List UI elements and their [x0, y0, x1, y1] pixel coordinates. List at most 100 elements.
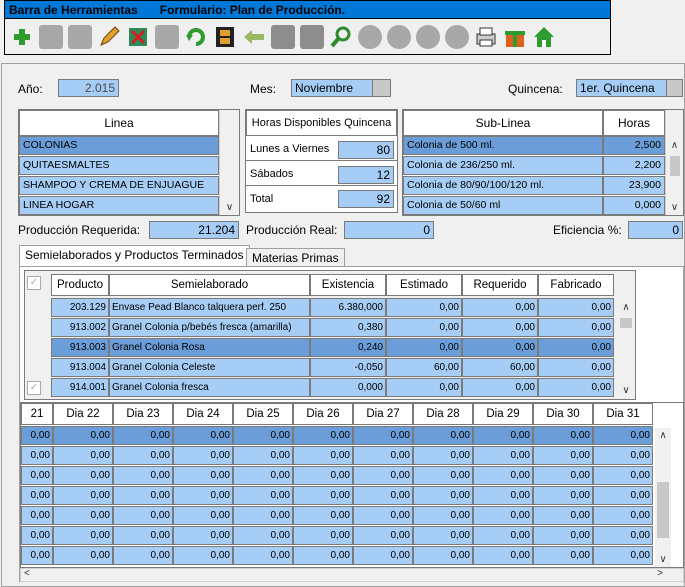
day-cell[interactable]: 0,00: [533, 546, 593, 565]
prev-button[interactable]: [384, 22, 413, 52]
scroll-thumb[interactable]: [657, 482, 669, 538]
day-cell[interactable]: 0,00: [353, 506, 413, 525]
day-cell[interactable]: 0,00: [53, 426, 113, 445]
chevron-down-icon[interactable]: ∨: [655, 554, 671, 565]
last-button[interactable]: [442, 22, 471, 52]
mes-select[interactable]: Noviembre: [291, 79, 391, 97]
day-cell[interactable]: 0,00: [53, 486, 113, 505]
table-cell[interactable]: 60,00: [386, 358, 462, 377]
day-cell[interactable]: 0,00: [293, 526, 353, 545]
table-cell[interactable]: 0,00: [538, 298, 614, 317]
table-cell[interactable]: Granel Colonia fresca: [109, 378, 310, 397]
day-cell[interactable]: 0,00: [353, 486, 413, 505]
day-column-header[interactable]: Dia 27: [353, 403, 413, 425]
chevron-down-icon[interactable]: ∨: [617, 385, 635, 396]
horas-cell[interactable]: 2,500: [603, 136, 665, 155]
day-cell[interactable]: 0,00: [413, 446, 473, 465]
day-cell[interactable]: 0,00: [21, 426, 53, 445]
horas-cell[interactable]: 2,200: [603, 156, 665, 175]
table-cell[interactable]: Granel Colonia Celeste: [109, 358, 310, 377]
day-cell[interactable]: 0,00: [293, 486, 353, 505]
day-cell[interactable]: 0,00: [173, 466, 233, 485]
save-button[interactable]: [36, 22, 65, 52]
day-cell[interactable]: 0,00: [233, 526, 293, 545]
undo-button[interactable]: [152, 22, 181, 52]
table-cell[interactable]: 913.004: [51, 358, 109, 377]
chevron-up-icon[interactable]: ∧: [666, 140, 683, 151]
day-cell[interactable]: 0,00: [53, 546, 113, 565]
home-button[interactable]: [529, 22, 558, 52]
day-column-header[interactable]: Dia 23: [113, 403, 173, 425]
day-cell[interactable]: 0,00: [413, 546, 473, 565]
list-item[interactable]: Colonia de 80/90/100/120 ml.: [403, 176, 603, 195]
day-cell[interactable]: 0,00: [353, 546, 413, 565]
chevron-right-icon[interactable]: >: [657, 568, 663, 579]
day-cell[interactable]: 0,00: [53, 506, 113, 525]
day-cell[interactable]: 0,00: [353, 426, 413, 445]
day-cell[interactable]: 0,00: [413, 466, 473, 485]
day-cell[interactable]: 0,00: [593, 526, 653, 545]
scroll-thumb[interactable]: [670, 156, 680, 176]
list-item[interactable]: Colonia de 236/250 ml.: [403, 156, 603, 175]
day-cell[interactable]: 0,00: [53, 466, 113, 485]
day-cell[interactable]: 0,00: [413, 526, 473, 545]
row-checkbox[interactable]: ✓: [27, 381, 41, 395]
list-item[interactable]: SHAMPOO Y CREMA DE ENJUAGUE: [19, 176, 219, 195]
day-column-header[interactable]: Dia 30: [533, 403, 593, 425]
column-header[interactable]: Estimado: [386, 274, 462, 296]
refresh-button[interactable]: [181, 22, 210, 52]
list-item[interactable]: LINEA HOGAR: [19, 196, 219, 215]
chevron-up-icon[interactable]: ∧: [617, 302, 635, 313]
list-item[interactable]: COLONIAS: [19, 136, 219, 155]
day-cell[interactable]: 0,00: [413, 506, 473, 525]
tab-materias-primas[interactable]: Materias Primas: [246, 248, 345, 268]
day-cell[interactable]: 0,00: [533, 426, 593, 445]
sublinea-scrollbar[interactable]: ∧ ∨: [665, 110, 683, 215]
table-cell[interactable]: -0,050: [310, 358, 386, 377]
day-cell[interactable]: 0,00: [293, 546, 353, 565]
day-cell[interactable]: 0,00: [413, 426, 473, 445]
day-cell[interactable]: 0,00: [21, 446, 53, 465]
day-cell[interactable]: 0,00: [473, 426, 533, 445]
day-column-header[interactable]: Dia 22: [53, 403, 113, 425]
horas-cell[interactable]: 0,000: [603, 196, 665, 215]
day-column-header[interactable]: Dia 31: [593, 403, 653, 425]
save-as-button[interactable]: [65, 22, 94, 52]
day-column-header[interactable]: Dia 26: [293, 403, 353, 425]
day-cell[interactable]: 0,00: [533, 526, 593, 545]
linea-scrollbar[interactable]: ∨: [219, 110, 239, 215]
day-cell[interactable]: 0,00: [533, 486, 593, 505]
table-cell[interactable]: 0,00: [538, 358, 614, 377]
table-cell[interactable]: 0,00: [462, 298, 538, 317]
chevron-down-icon[interactable]: ∨: [220, 202, 239, 213]
gift-button[interactable]: [500, 22, 529, 52]
day-cell[interactable]: 0,00: [233, 546, 293, 565]
day-cell[interactable]: 0,00: [113, 526, 173, 545]
table-cell[interactable]: 0,380: [310, 318, 386, 337]
day-cell[interactable]: 0,00: [173, 486, 233, 505]
day-cell[interactable]: 0,00: [293, 506, 353, 525]
day-cell[interactable]: 0,00: [293, 426, 353, 445]
day-cell[interactable]: 0,00: [113, 506, 173, 525]
day-cell[interactable]: 0,00: [53, 526, 113, 545]
list-item[interactable]: Colonia de 500 ml.: [403, 136, 603, 155]
back-button[interactable]: [239, 22, 268, 52]
day-cell[interactable]: 0,00: [473, 486, 533, 505]
table-cell[interactable]: 0,00: [462, 338, 538, 357]
day-cell[interactable]: 0,00: [21, 466, 53, 485]
table-cell[interactable]: 203.129: [51, 298, 109, 317]
day-cell[interactable]: 0,00: [473, 446, 533, 465]
table-cell[interactable]: 0,00: [538, 338, 614, 357]
film-button[interactable]: [210, 22, 239, 52]
day-cell[interactable]: 0,00: [173, 446, 233, 465]
day-cell[interactable]: 0,00: [413, 486, 473, 505]
column-header[interactable]: Existencia: [310, 274, 386, 296]
day-column-header[interactable]: Dia 24: [173, 403, 233, 425]
day-column-header[interactable]: Dia 28: [413, 403, 473, 425]
table-cell[interactable]: 60,00: [462, 358, 538, 377]
day-cell[interactable]: 0,00: [593, 546, 653, 565]
sabados-input[interactable]: 12: [338, 166, 394, 184]
scroll-thumb[interactable]: [620, 318, 632, 328]
horas-cell[interactable]: 23,900: [603, 176, 665, 195]
day-cell[interactable]: 0,00: [233, 506, 293, 525]
